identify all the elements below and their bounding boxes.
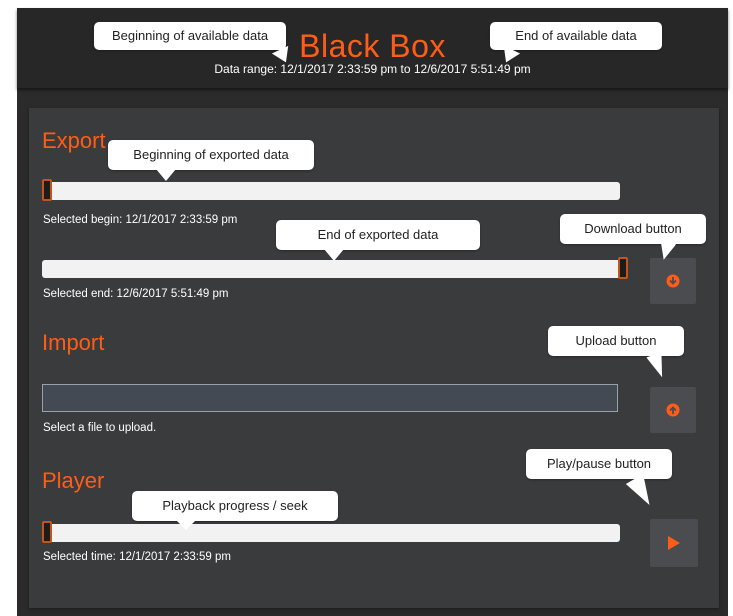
callout-pointer xyxy=(156,169,176,181)
export-begin-slider[interactable] xyxy=(42,179,620,201)
callout-playback-progress: Playback progress / seek xyxy=(132,491,338,521)
callout-beginning-exported: Beginning of exported data xyxy=(108,140,314,170)
upload-button[interactable] xyxy=(650,387,696,433)
play-pause-button[interactable] xyxy=(650,519,698,567)
callout-pointer xyxy=(176,520,196,530)
playback-slider[interactable] xyxy=(42,521,620,543)
file-upload-input[interactable] xyxy=(42,384,618,412)
download-button[interactable] xyxy=(650,258,696,304)
callout-download-button: Download button xyxy=(560,214,706,244)
callout-beginning-available: Beginning of available data xyxy=(94,22,286,50)
player-title: Player xyxy=(42,468,105,493)
export-end-label: Selected end: 12/6/2017 5:51:49 pm xyxy=(43,288,229,300)
playback-handle[interactable] xyxy=(42,521,52,543)
export-begin-label: Selected begin: 12/1/2017 2:33:59 pm xyxy=(43,214,238,226)
file-upload-hint: Select a file to upload. xyxy=(43,422,157,434)
upload-icon xyxy=(666,403,680,417)
callout-play-pause-button: Play/pause button xyxy=(526,449,672,479)
export-title: Export xyxy=(42,128,106,153)
import-title: Import xyxy=(42,330,105,355)
export-begin-handle[interactable] xyxy=(42,179,52,201)
callout-pointer xyxy=(324,249,344,261)
download-icon xyxy=(666,274,680,288)
callout-upload-button: Upload button xyxy=(548,326,684,356)
selected-time-label: Selected time: 12/1/2017 2:33:59 pm xyxy=(43,551,231,563)
export-end-handle[interactable] xyxy=(618,257,628,279)
data-range-label: Data range: 12/1/2017 2:33:59 pm to 12/6… xyxy=(214,62,531,76)
export-end-slider[interactable] xyxy=(42,257,628,279)
callout-end-available: End of available data xyxy=(490,22,662,50)
callout-end-exported: End of exported data xyxy=(276,220,480,250)
play-icon xyxy=(668,536,680,550)
